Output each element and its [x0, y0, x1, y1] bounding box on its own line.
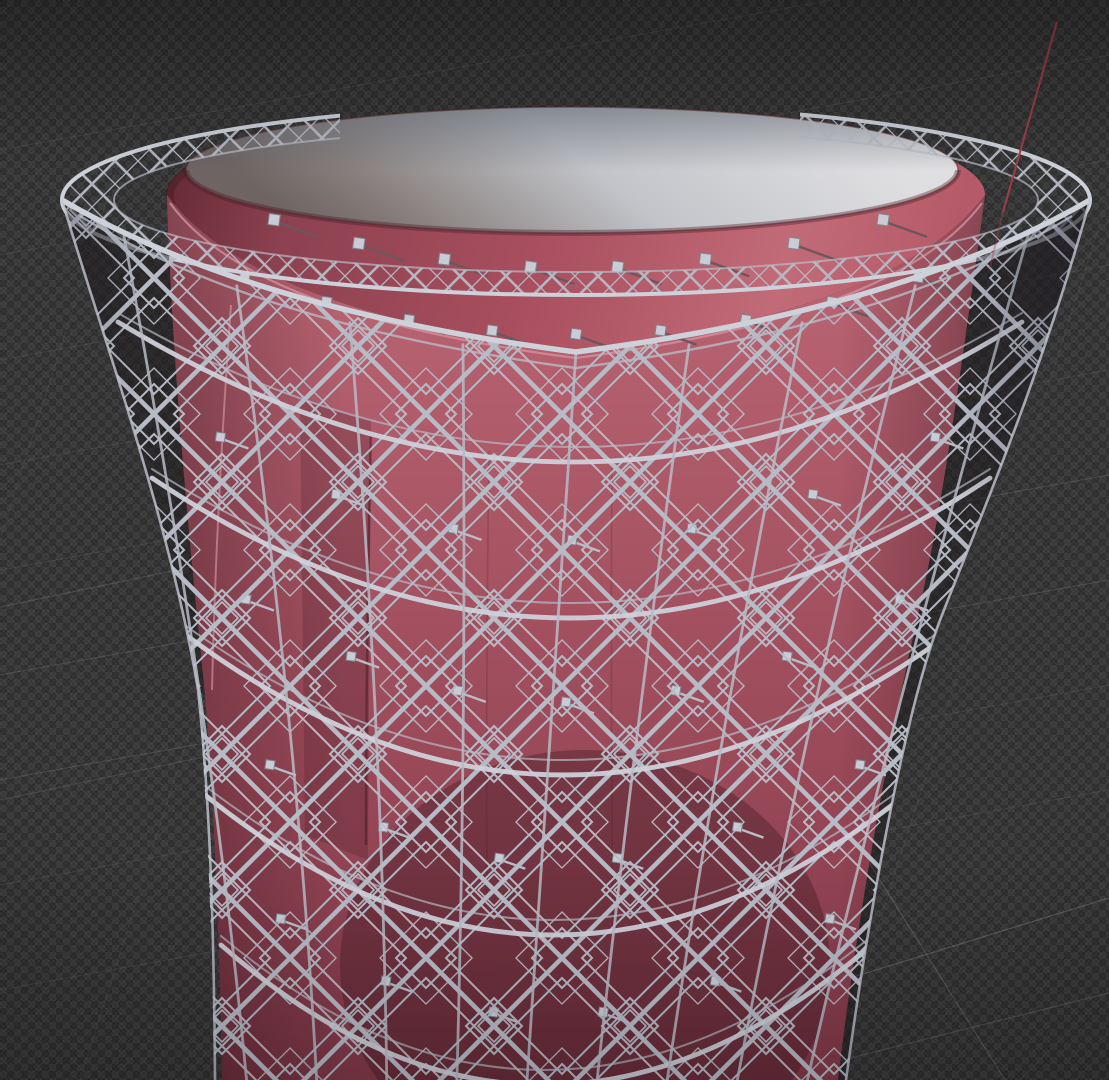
stub-plate — [486, 325, 497, 336]
stub-plate — [788, 237, 800, 249]
stub-plate — [699, 253, 711, 265]
stub-plate — [438, 253, 450, 265]
stub-plate — [570, 328, 581, 339]
stub-plate — [353, 237, 365, 249]
stub-plate — [268, 214, 280, 226]
stub-plate — [655, 325, 666, 336]
viewport-canvas — [0, 0, 1109, 1080]
grid-line-accent — [858, 845, 1005, 1080]
stub-plate — [877, 214, 889, 226]
render-viewport: { "window": { "width": 1109, "height": 1… — [0, 0, 1109, 1080]
